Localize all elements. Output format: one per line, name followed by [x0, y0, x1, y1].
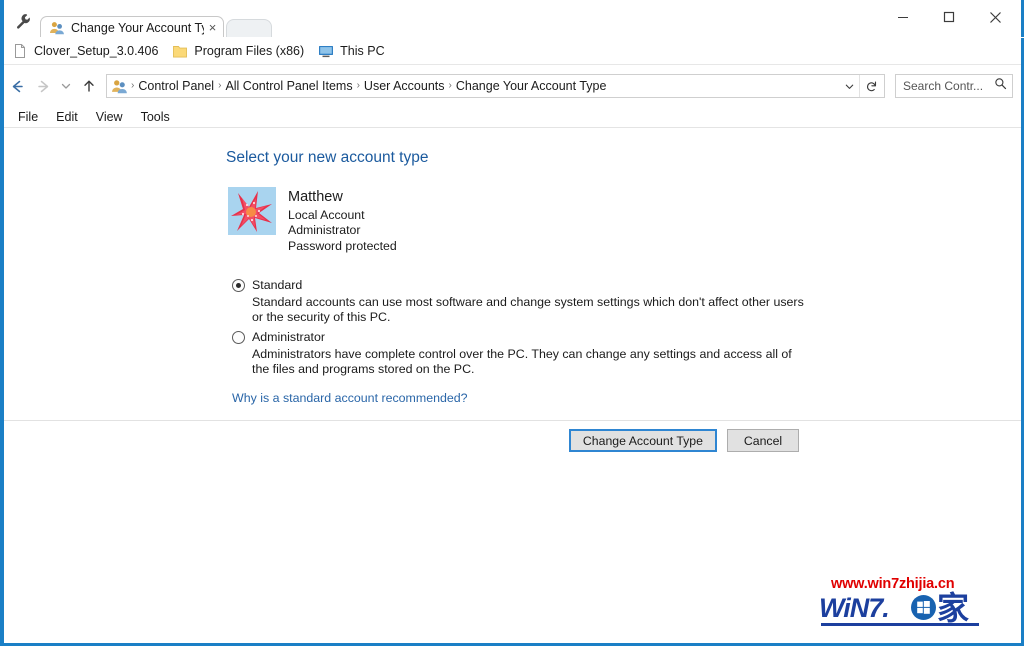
account-type-local: Local Account: [288, 208, 365, 222]
action-buttons: Change Account Type Cancel: [568, 429, 799, 452]
radio-option-administrator-head[interactable]: Administrator: [232, 330, 812, 345]
up-button[interactable]: [76, 73, 102, 99]
search-icon: [994, 77, 1007, 95]
cancel-button[interactable]: Cancel: [727, 429, 799, 452]
chevron-down-icon[interactable]: [839, 75, 859, 97]
watermark-logo-text: WiN7.: [819, 593, 890, 623]
radio-label-standard: Standard: [252, 278, 303, 292]
user-accounts-icon: [49, 20, 65, 36]
maximize-button[interactable]: [926, 2, 972, 32]
document-icon: [12, 43, 28, 59]
menu-item-file[interactable]: File: [18, 108, 38, 126]
back-button[interactable]: [4, 73, 30, 99]
folder-icon: [172, 43, 188, 59]
menu-item-view[interactable]: View: [96, 108, 123, 126]
account-summary: Matthew Local Account Administrator Pass…: [228, 187, 397, 254]
content-divider: [4, 420, 1021, 421]
bookmark-label: Clover_Setup_3.0.406: [34, 44, 159, 58]
tab-title: Change Your Account Typ: [71, 20, 204, 35]
menu-item-tools[interactable]: Tools: [141, 108, 170, 126]
close-icon[interactable]: ×: [206, 20, 219, 35]
minimize-button[interactable]: [880, 2, 926, 32]
breadcrumb-control-panel[interactable]: Control Panel: [135, 76, 217, 96]
close-button[interactable]: [972, 2, 1018, 32]
watermark-url: www.win7zhijia.cn: [831, 576, 955, 592]
change-account-type-button[interactable]: Change Account Type: [568, 429, 717, 452]
browser-window: Change Your Account Typ × Clover_Setup_3…: [0, 0, 1024, 646]
bookmark-item-program-files[interactable]: Program Files (x86): [172, 43, 304, 59]
breadcrumb-all-control-panel-items[interactable]: All Control Panel Items: [222, 76, 355, 96]
address-bar[interactable]: › Control Panel › All Control Panel Item…: [106, 74, 885, 98]
account-role: Administrator: [288, 223, 361, 238]
forward-button[interactable]: [30, 73, 56, 99]
watermark-underline: [821, 623, 979, 626]
address-bar-row: › Control Panel › All Control Panel Item…: [4, 66, 1021, 106]
radio-option-standard[interactable]: Standard Standard accounts can use most …: [232, 278, 812, 326]
watermark: www.win7zhijia.cn WiN7. 家: [819, 576, 999, 629]
search-input[interactable]: Search Contr...: [903, 79, 983, 93]
bookmark-item-clover-setup[interactable]: Clover_Setup_3.0.406: [12, 43, 158, 59]
user-accounts-icon: [111, 78, 128, 95]
account-details: Matthew Local Account Administrator Pass…: [288, 187, 397, 254]
title-bar: Change Your Account Typ ×: [4, 0, 1024, 39]
watermark-logo: WiN7. 家: [819, 589, 999, 629]
radio-option-administrator[interactable]: Administrator Administrators have comple…: [232, 330, 812, 378]
bookmark-label: Program Files (x86): [194, 44, 305, 58]
menu-item-edit[interactable]: Edit: [56, 108, 78, 126]
new-tab-button[interactable]: [226, 19, 272, 39]
browser-tab-active[interactable]: Change Your Account Typ ×: [40, 16, 224, 38]
bookmark-label: This PC: [340, 44, 385, 58]
wrench-icon[interactable]: [10, 9, 36, 33]
watermark-logo-cjk: 家: [937, 589, 970, 627]
radio-option-standard-head[interactable]: Standard: [232, 278, 812, 293]
recent-locations-button[interactable]: [56, 73, 76, 99]
radio-description-standard: Standard accounts can use most software …: [252, 295, 804, 325]
main-content: Select your new account type Matthew Loc…: [4, 129, 1021, 643]
radio-label-administrator: Administrator: [252, 330, 325, 344]
radio-description-administrator: Administrators have complete control ove…: [252, 347, 792, 377]
account-password-state: Password protected: [288, 238, 397, 253]
starfish-avatar: [228, 187, 276, 235]
bookmark-item-this-pc[interactable]: This PC: [318, 43, 385, 59]
help-link-standard-account[interactable]: Why is a standard account recommended?: [232, 391, 468, 405]
window-controls: [880, 0, 1018, 34]
radio-button-standard[interactable]: [232, 279, 245, 292]
monitor-icon: [318, 43, 334, 59]
breadcrumb-change-your-account-type[interactable]: Change Your Account Type: [453, 76, 610, 96]
bookmarks-bar: Clover_Setup_3.0.406 Program Files (x86)…: [4, 38, 1021, 65]
breadcrumb-user-accounts[interactable]: User Accounts: [361, 76, 448, 96]
account-name: Matthew: [288, 189, 343, 205]
page-title: Select your new account type: [226, 149, 429, 166]
radio-button-administrator[interactable]: [232, 331, 245, 344]
menu-bar: File Edit View Tools: [4, 107, 1021, 128]
refresh-icon[interactable]: [859, 75, 882, 97]
windows-flag-icon: [911, 595, 936, 620]
search-box[interactable]: Search Contr...: [895, 74, 1013, 98]
